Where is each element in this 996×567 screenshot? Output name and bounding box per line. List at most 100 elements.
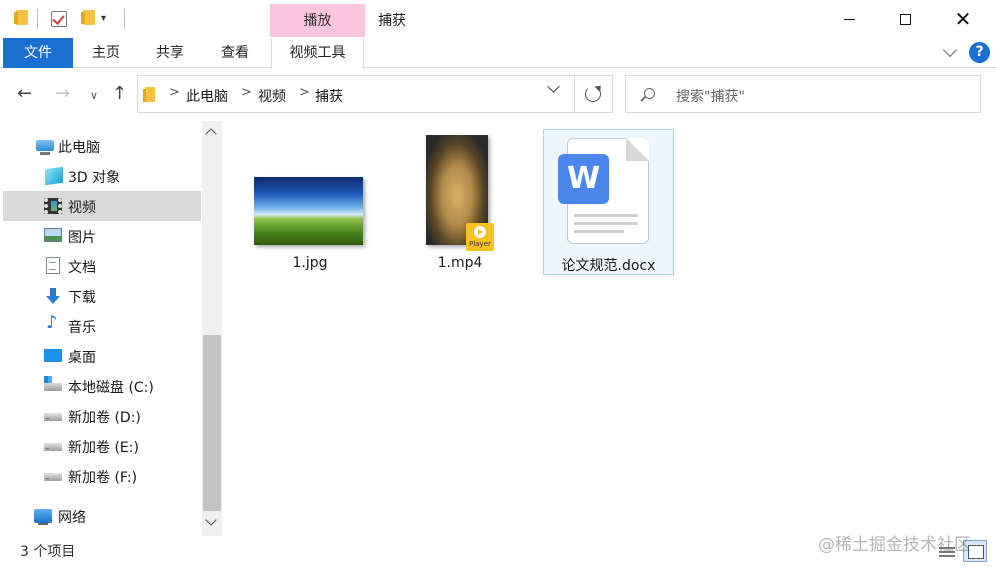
tree-item-desktop[interactable]: 桌面: [3, 341, 201, 371]
breadcrumb-separator[interactable]: >: [299, 85, 310, 100]
recent-locations-chevron-icon[interactable]: ∨: [90, 85, 98, 107]
ribbon-tabs: 文件 主页 共享 查看 视频工具 ?: [0, 38, 996, 69]
item-count: 3 个项目: [20, 544, 76, 560]
title-bar: ▾ 播放 捕获 ✕: [0, 0, 996, 38]
search-placeholder: 搜索"捕获": [676, 89, 745, 105]
customize-quick-access-icon[interactable]: ▾: [101, 13, 106, 24]
tree-item-label: 3D 对象: [68, 170, 121, 186]
drive-icon: [44, 473, 62, 481]
tree-item-network[interactable]: 网络: [3, 501, 201, 531]
downloads-icon: [46, 288, 60, 304]
pictures-icon: [44, 228, 62, 242]
search-icon: [644, 88, 655, 99]
help-icon[interactable]: ?: [969, 42, 990, 63]
tree-item-documents[interactable]: 文档: [3, 251, 201, 281]
up-button[interactable]: ↑: [112, 83, 127, 105]
3d-objects-icon: [45, 166, 63, 186]
breadcrumb-capture[interactable]: 捕获: [315, 86, 343, 106]
minimize-icon: [843, 18, 855, 20]
page-fold: [626, 138, 649, 161]
tree-item-this-pc[interactable]: 此电脑: [3, 131, 201, 161]
navigation-pane-scrollbar[interactable]: [202, 121, 222, 536]
file-name-jpg[interactable]: 1.jpg: [252, 255, 368, 271]
text-line: [574, 230, 624, 233]
tree-item-label: 新加卷 (E:): [68, 440, 139, 456]
properties-icon[interactable]: [51, 11, 67, 27]
refresh-button[interactable]: [575, 75, 613, 113]
tree-item-label: 文档: [68, 260, 96, 276]
tree-item-downloads[interactable]: 下载: [3, 281, 201, 311]
scroll-up-icon[interactable]: [205, 128, 217, 140]
tree-item-drive-d[interactable]: 新加卷 (D:): [3, 401, 201, 431]
close-button[interactable]: ✕: [934, 0, 992, 38]
tab-home[interactable]: 主页: [80, 38, 132, 68]
tree-item-label: 此电脑: [58, 140, 100, 156]
tree-item-drive-f[interactable]: 新加卷 (F:): [3, 461, 201, 491]
tree-item-label: 新加卷 (F:): [68, 470, 138, 486]
drive-icon: [44, 413, 62, 421]
player-badge-label: Player: [469, 240, 491, 248]
navigation-pane: 此电脑 3D 对象 视频 图片 文档 下载 ♪ 音乐 桌面 本地磁盘 (C:) …: [0, 121, 222, 536]
tab-share[interactable]: 共享: [145, 38, 195, 68]
player-badge: Player: [466, 223, 494, 251]
play-icon: [474, 226, 486, 238]
tab-file[interactable]: 文件: [3, 38, 73, 68]
forward-button[interactable]: →: [55, 83, 70, 105]
drive-c-icon: [44, 376, 62, 391]
tab-view[interactable]: 查看: [210, 38, 260, 68]
videos-icon: [44, 198, 62, 214]
new-folder-icon[interactable]: [81, 10, 95, 25]
tree-item-label: 新加卷 (D:): [68, 410, 141, 426]
refresh-icon: [585, 86, 601, 102]
folder-icon: [143, 87, 155, 102]
word-logo-icon: W: [558, 154, 609, 204]
music-icon: ♪: [46, 312, 58, 333]
address-bar[interactable]: > 此电脑 > 视频 > 捕获: [137, 75, 575, 113]
tree-item-drive-c[interactable]: 本地磁盘 (C:): [3, 371, 201, 401]
desktop-icon: [44, 349, 62, 362]
window-title: 捕获: [378, 13, 406, 29]
close-icon: ✕: [954, 7, 972, 31]
scroll-down-icon[interactable]: [205, 514, 217, 526]
divider: [37, 9, 38, 29]
breadcrumb-videos[interactable]: 视频: [258, 86, 286, 106]
maximize-icon: [899, 13, 911, 25]
tree-item-label: 本地磁盘 (C:): [68, 380, 154, 396]
breadcrumb-this-pc[interactable]: 此电脑: [186, 86, 228, 106]
context-tab-play[interactable]: 播放: [270, 4, 365, 37]
image-thumbnail[interactable]: [254, 177, 363, 245]
tree-item-label: 视频: [68, 200, 96, 216]
folder-icon[interactable]: [14, 10, 28, 25]
tab-video-tools[interactable]: 视频工具: [271, 38, 364, 69]
tree-item-label: 下载: [68, 290, 96, 306]
breadcrumb-separator[interactable]: >: [241, 85, 252, 100]
documents-icon: [46, 257, 60, 274]
computer-icon: [36, 140, 54, 155]
watermark: @稀土掘金技术社区: [818, 535, 971, 555]
tree-item-3d-objects[interactable]: 3D 对象: [3, 161, 201, 191]
tree-item-label: 网络: [58, 510, 86, 526]
network-icon: [34, 509, 52, 525]
file-name-docx[interactable]: 论文规范.docx: [543, 255, 674, 275]
minimize-button[interactable]: [820, 0, 878, 38]
tree-item-label: 音乐: [68, 320, 96, 336]
drive-icon: [44, 443, 62, 451]
expand-ribbon-chevron-icon[interactable]: [942, 42, 958, 58]
tree-item-videos[interactable]: 视频: [3, 191, 201, 221]
file-name-mp4[interactable]: 1.mp4: [402, 255, 518, 271]
maximize-button[interactable]: [876, 0, 934, 38]
tree-item-label: 图片: [68, 230, 96, 246]
tree-item-music[interactable]: ♪ 音乐: [3, 311, 201, 341]
file-list: 1.jpg Player 1.mp4 W 论文规范.docx: [222, 121, 996, 536]
tree-item-label: 桌面: [68, 350, 96, 366]
text-line: [574, 222, 638, 225]
text-line: [574, 214, 638, 217]
tree-item-pictures[interactable]: 图片: [3, 221, 201, 251]
divider: [124, 9, 125, 29]
breadcrumb-separator[interactable]: >: [169, 85, 180, 100]
back-button[interactable]: ←: [17, 83, 32, 105]
search-input[interactable]: 搜索"捕获": [625, 75, 981, 113]
tree-item-drive-e[interactable]: 新加卷 (E:): [3, 431, 201, 461]
scrollbar-thumb[interactable]: [203, 335, 221, 511]
navigation-bar: ← → ∨ ↑ > 此电脑 > 视频 > 捕获 搜索"捕获": [0, 69, 996, 121]
